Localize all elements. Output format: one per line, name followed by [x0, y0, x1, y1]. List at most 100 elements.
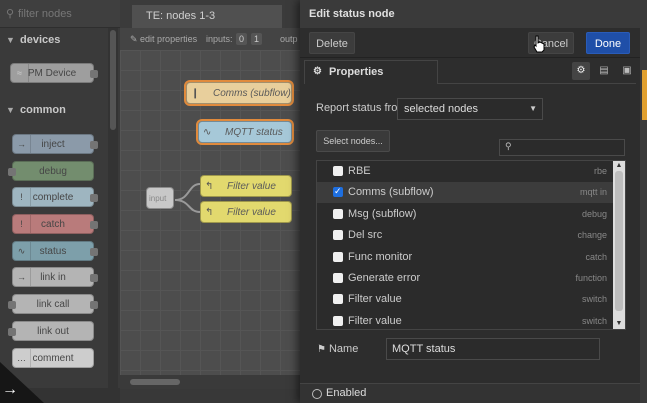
palette-search-input[interactable] [18, 5, 113, 23]
palette-node-debug[interactable]: debug [8, 161, 94, 181]
scrollbar-thumb[interactable] [110, 30, 116, 130]
search-icon: ⚲ [505, 141, 512, 151]
delete-button[interactable]: Delete [309, 32, 355, 54]
name-input[interactable]: MQTT status [386, 338, 600, 360]
flow-node-filter-value-1[interactable]: ↰ Filter value [200, 175, 292, 197]
node-type: catch [585, 252, 607, 262]
subflow-toolbar: ✎ edit properties inputs: 0 1 outp [120, 28, 300, 50]
flow-node-filter-value-2[interactable]: ↰ Filter value [200, 201, 292, 223]
category-common-header[interactable]: ▼ common [0, 100, 112, 120]
flow-canvas[interactable]: ❙ Comms (subflow) ∿ MQTT status input ↰ … [120, 50, 300, 375]
checkbox[interactable] [333, 209, 343, 219]
wire[interactable] [174, 183, 201, 201]
description-icon[interactable]: ▤ [595, 62, 613, 80]
tab-properties[interactable]: ⚙ Properties [304, 60, 438, 84]
list-item[interactable]: Filter value switch [317, 311, 615, 329]
list-item[interactable]: RBE rbe [317, 161, 615, 182]
palette-node-status[interactable]: ∿ status [12, 241, 98, 261]
list-item[interactable]: Filter value switch [317, 289, 615, 310]
node-label: Msg (subflow) [348, 208, 417, 220]
palette-node-label: complete [32, 192, 74, 203]
arrow-right-icon: → [13, 135, 31, 153]
node-type: switch [581, 316, 607, 326]
tab-te-nodes[interactable]: TE: nodes 1-3 [132, 5, 282, 28]
category-devices-header[interactable]: ▼ devices [0, 30, 112, 50]
sidebar-stripe [642, 70, 647, 120]
checkbox[interactable] [333, 316, 343, 326]
checkbox[interactable] [333, 252, 343, 262]
palette-node-label: catch [41, 219, 65, 230]
list-item[interactable]: Msg (subflow) debug [317, 204, 615, 225]
wire[interactable] [174, 199, 201, 213]
tab-label: Properties [329, 66, 384, 78]
appearance-icon[interactable]: ▣ [618, 62, 636, 80]
node-search-input[interactable]: ⚲ [499, 139, 625, 156]
switch-icon: ↰ [205, 181, 214, 192]
tray-footer: Enabled [300, 383, 640, 403]
select-nodes-button[interactable]: Select nodes... [316, 130, 390, 152]
chevron-up-icon[interactable]: ▲ [614, 162, 624, 170]
list-item[interactable]: Generate error function [317, 268, 615, 289]
palette-node-label: status [39, 246, 67, 257]
gear-icon[interactable]: ⚙ [572, 62, 590, 80]
list-item[interactable]: Comms (subflow) mqtt in [317, 181, 615, 203]
inputs-option-0[interactable]: 0 [236, 33, 247, 45]
node-type: mqtt in [579, 187, 607, 197]
palette-node-pm-device[interactable]: ≈ PM Device [10, 63, 98, 83]
input-port [8, 301, 16, 309]
workspace-footer [120, 389, 300, 403]
list-item[interactable]: Del src change [317, 225, 615, 246]
flow-node-label: MQTT status [225, 127, 283, 138]
node-label: RBE [348, 165, 371, 177]
node-label: Filter value [348, 293, 402, 305]
flow-node-label: Filter value [227, 181, 276, 192]
palette-node-inject[interactable]: → inject [12, 134, 98, 154]
palette-node-label: PM Device [27, 68, 77, 79]
list-item[interactable]: Func monitor catch [317, 247, 615, 268]
link-icon: → [13, 268, 31, 286]
output-port [90, 221, 98, 229]
checkbox[interactable] [333, 230, 343, 240]
output-port [90, 274, 98, 282]
checkbox[interactable] [333, 294, 343, 304]
flow-node-input[interactable]: input [146, 187, 174, 209]
palette-search-bar: ⚲ [0, 0, 120, 28]
node-palette: ⚲ ▼ devices ≈ PM Device ▼ common → injec… [0, 0, 120, 403]
checkbox[interactable] [333, 181, 343, 202]
node-type: switch [581, 294, 607, 304]
palette-node-label: inject [41, 139, 65, 150]
flow-node-mqtt-status[interactable]: ∿ MQTT status [196, 119, 294, 145]
sidebar-edge [640, 0, 647, 403]
palette-node-link-call[interactable]: link call [8, 294, 98, 314]
chevron-down-icon: ▼ [529, 104, 537, 113]
inputs-option-1[interactable]: 1 [251, 33, 262, 45]
edit-tray: Edit status node Delete Cancel Done ⚙ Pr… [300, 0, 647, 403]
palette-node-link-in[interactable]: → link in [12, 267, 98, 287]
chevron-down-icon[interactable]: ▼ [614, 320, 624, 328]
arrow-right-icon: → [2, 381, 18, 398]
flow-node-comms-subflow[interactable]: ❙ Comms (subflow) [184, 80, 294, 106]
workspace-tabs: TE: nodes 1-3 [120, 0, 300, 28]
checkbox[interactable] [333, 166, 343, 176]
output-port [90, 194, 98, 202]
tray-toolbar: Delete Cancel Done [300, 28, 640, 58]
flow-node-label: Comms (subflow) [213, 88, 291, 99]
flow-node-label: Filter value [227, 207, 276, 218]
palette-node-link-out[interactable]: link out [8, 321, 94, 341]
scrollbar-thumb[interactable] [130, 379, 180, 385]
enabled-toggle[interactable] [312, 389, 322, 399]
palette-node-label: link in [40, 272, 66, 283]
workspace-scrollbar[interactable] [120, 375, 300, 389]
edit-properties-button[interactable]: ✎ edit properties [130, 28, 197, 50]
properties-tabbar: ⚙ Properties ⚙ ▤ ▣ [304, 60, 636, 84]
scrollbar-thumb[interactable] [615, 171, 623, 311]
node-type: debug [581, 209, 607, 219]
palette-node-catch[interactable]: ! catch [12, 214, 98, 234]
palette-node-complete[interactable]: ! complete [12, 187, 98, 207]
done-button[interactable]: Done [586, 32, 630, 54]
palette-scrollbar[interactable] [108, 28, 118, 388]
report-status-select[interactable]: selected nodes ▼ [397, 98, 543, 120]
checkbox[interactable] [333, 273, 343, 283]
node-list-scrollbar[interactable]: ▲ ▼ [613, 161, 625, 329]
switch-icon: ↰ [205, 207, 214, 218]
